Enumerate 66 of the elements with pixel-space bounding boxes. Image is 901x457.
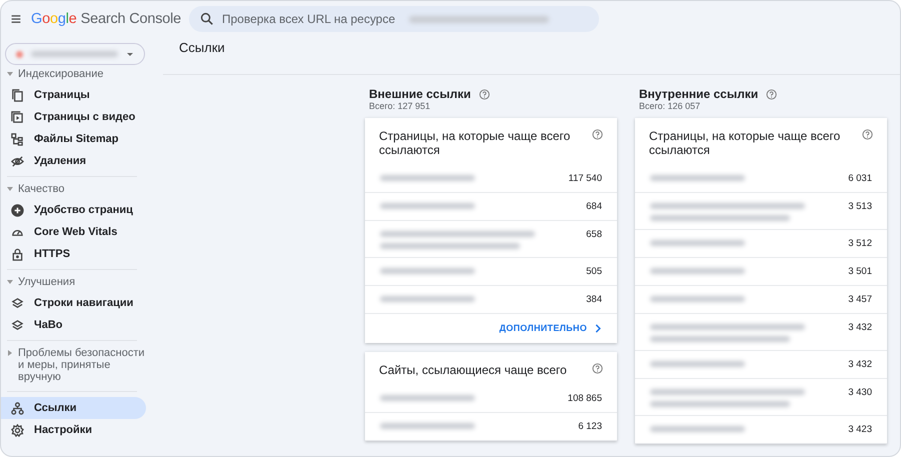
video-page-icon (11, 110, 24, 124)
plus-circle-icon (11, 204, 24, 216)
pages-icon (11, 88, 24, 102)
help-icon[interactable] (478, 88, 490, 100)
sidebar-item[interactable]: Страницы (1, 84, 136, 106)
link-count: 108 865 (568, 393, 602, 404)
help-icon[interactable] (766, 88, 778, 100)
help-icon[interactable] (592, 363, 603, 374)
menu-icon[interactable]: ≡ (1, 8, 31, 30)
page-title: Ссылки (163, 37, 900, 75)
sidebar-item[interactable]: ЧаВо (1, 314, 136, 336)
chevron-icon (594, 324, 602, 332)
sidebar-item[interactable]: Файлы Sitemap (1, 128, 136, 150)
search-field[interactable]: Проверка всех URL на ресурсе (189, 6, 599, 32)
layers-icon (11, 296, 24, 310)
section-header[interactable]: Проблемы безопасности и меры, принятые вручную (1, 346, 149, 387)
link-count: 3 430 (848, 387, 872, 398)
link-count: 6 031 (848, 173, 872, 184)
sidebar-item[interactable]: Удаления (1, 150, 136, 172)
link-count: 684 (586, 201, 602, 212)
sidebar-item[interactable]: Настройки (1, 419, 136, 441)
link-count: 505 (586, 266, 602, 277)
card-title: Страницы, на которые чаще всего ссылаются (379, 129, 572, 157)
sidebar-item[interactable]: Ссылки (1, 397, 146, 419)
link-count: 384 (586, 294, 602, 305)
sidebar-item[interactable]: Удобство страниц (1, 199, 136, 221)
lock-icon (11, 248, 24, 260)
card-title: Страницы, на которые чаще всего ссылаются (649, 129, 842, 157)
hidden-eye-icon (11, 154, 24, 168)
sidebar-item[interactable]: HTTPS (1, 243, 136, 265)
caret-icon (7, 71, 13, 77)
link-count: 6 123 (578, 421, 602, 432)
section-header[interactable]: Качество (1, 182, 149, 199)
sidebar-item[interactable]: Страницы с видео (1, 106, 136, 128)
link-count: 3 432 (848, 322, 872, 333)
link-count: 3 501 (848, 266, 872, 277)
total-count: Всего: 126 057 (638, 101, 702, 111)
link-count: 658 (586, 229, 602, 240)
card-title: Сайты, ссылающиеся чаще всего (379, 363, 568, 377)
link-count: 3 512 (848, 238, 872, 249)
dropdown-icon (126, 52, 134, 56)
caret-icon (7, 186, 13, 192)
logo: Google Search Console (31, 11, 182, 27)
section-title: Внутренние ссылки (639, 87, 758, 101)
settings-icon (11, 424, 24, 436)
sidebar-item[interactable]: Строки навигации (1, 292, 136, 314)
redacted-icon (16, 50, 23, 58)
help-icon[interactable] (862, 129, 873, 140)
sidebar-item[interactable]: Core Web Vitals (1, 221, 136, 243)
help-icon[interactable] (592, 129, 603, 140)
section-title: Внешние ссылки (369, 87, 471, 101)
layers-icon (11, 318, 24, 332)
sitemap-icon (11, 132, 24, 146)
more-link[interactable]: ДОПОЛНИТЕЛЬНО (499, 323, 602, 333)
section-header[interactable]: Индексирование (1, 67, 149, 84)
search-icon (199, 11, 215, 27)
caret-icon (7, 279, 13, 285)
link-count: 3 457 (848, 294, 872, 305)
total-count: Всего: 127 951 (368, 101, 432, 111)
link-count: 3 423 (848, 424, 872, 435)
link-count: 3 432 (848, 359, 872, 370)
link-count: 117 540 (568, 173, 602, 184)
section-header[interactable]: Улучшения (1, 275, 149, 292)
network-icon (11, 402, 24, 414)
caret-icon (7, 350, 13, 356)
link-count: 3 513 (848, 201, 872, 212)
